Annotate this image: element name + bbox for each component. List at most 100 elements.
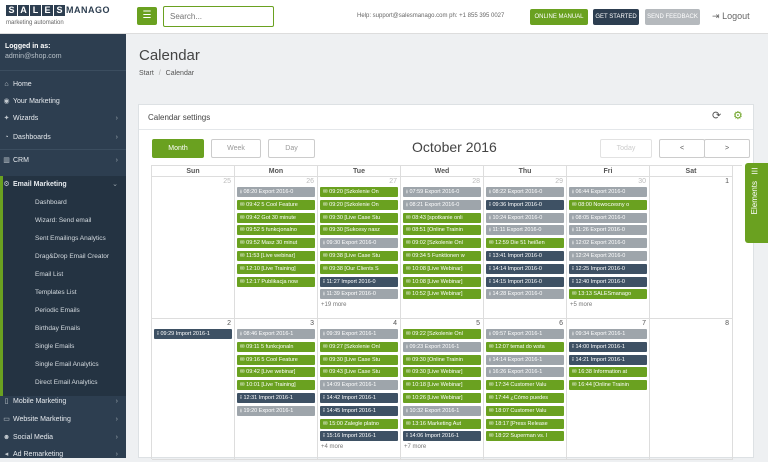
day-cell[interactable]: 2 ⭱ 09:29 Import 2016-1 [152, 319, 235, 460]
view-day-button[interactable]: Day [268, 139, 315, 158]
calendar-event[interactable]: ⭳ 08:05 Export 2016-0 [569, 212, 647, 223]
calendar-event[interactable]: ⭱ 12:40 Import 2016-0 [569, 276, 647, 287]
day-cell[interactable]: 4 ⭳ 09:39 Export 2016-1 ✉ 09:27 [Szkolenie… [318, 319, 401, 460]
calendar-event[interactable]: ⭱ 14:06 Import 2016-1 [403, 431, 481, 442]
calendar-event[interactable]: ⭱ 14:42 Import 2016-1 [320, 393, 398, 403]
calendar-event[interactable]: ⭳ 14:09 Export 2016-1 [320, 380, 398, 391]
calendar-event[interactable]: ✉ 09:30 [Live Case Stu [320, 212, 398, 223]
salesmanago-logo[interactable]: S A L E S MANAGO marketing automation [6, 5, 126, 31]
sidebar-item-your-marketing[interactable]: ◉ Your Marketing [0, 95, 126, 109]
calendar-event[interactable]: ✉ 09:20 [Szkolenie On [320, 199, 398, 210]
calendar-event[interactable]: ⭱ 15:16 Import 2016-1 [320, 431, 398, 442]
day-cell[interactable]: 30 ⭳ 06:44 Export 2016-0 ✉ 08:00 Nowoczesn… [567, 177, 650, 319]
sidebar-item-website-marketing[interactable]: ▭ Website Marketing › [0, 413, 126, 427]
calendar-event[interactable]: ✉ 09:20 [Szkolenie On [320, 187, 398, 197]
calendar-event[interactable]: ✉ 09:38 [Live Case Stu [320, 251, 398, 261]
settings-gear-icon[interactable]: ⚙ [733, 109, 743, 122]
sidebar-item-email-marketing[interactable]: ⚙ Email Marketing ⌄ [0, 178, 126, 192]
calendar-event[interactable]: ⭳ 09:30 Export 2016-0 [320, 238, 398, 249]
day-cell[interactable]: 6 ⭳ 09:57 Export 2016-1 ✉ 12:07 temat do w… [484, 319, 567, 460]
elements-side-tab[interactable]: ☰ Elements [745, 163, 768, 243]
calendar-event[interactable]: ✉ 09:38 [Our Clients S [320, 263, 398, 274]
calendar-event[interactable]: ✉ 17:44 ¿Cómo puedes [486, 393, 564, 403]
sidebar-sub-email-list[interactable]: Email List [35, 271, 63, 278]
calendar-event[interactable]: ✉ 12:07 temat do wsta [486, 341, 564, 352]
calendar-event[interactable]: ✉ 10:52 [Live Webinar] [403, 289, 481, 300]
calendar-event[interactable]: ⭱ 14:21 Import 2016-1 [569, 354, 647, 365]
sidebar-item-wizards[interactable]: ✦ Wizards › [0, 112, 126, 126]
send-feedback-button[interactable]: SEND FEEDBACK [645, 9, 700, 25]
day-cell[interactable]: 27 ✉ 09:20 [Szkolenie On ✉ 09:20 [Szkoleni… [318, 177, 401, 319]
calendar-event[interactable]: ⭳ 19:20 Export 2016-1 [237, 405, 315, 416]
sidebar-sub-direct-email-analytics[interactable]: Direct Email Analytics [35, 379, 98, 386]
sidebar-sub-single-email-analytics[interactable]: Single Email Analytics [35, 361, 99, 368]
calendar-event[interactable]: ✉ 18:22 Superman vs. l [486, 431, 564, 442]
breadcrumb-start[interactable]: Start [139, 70, 154, 77]
calendar-event[interactable]: ⭳ 11:26 Export 2016-0 [569, 225, 647, 236]
sidebar-item-dashboards[interactable]: ◔ Dashboards › [0, 131, 126, 145]
view-week-button[interactable]: Week [211, 139, 261, 158]
calendar-event[interactable]: ✉ 18:07 Customer Valu [486, 405, 564, 416]
calendar-event[interactable]: ✉ 10:01 [Live Training] [237, 380, 315, 391]
calendar-event[interactable]: ⭳ 10:24 Export 2016-0 [486, 212, 564, 223]
sidebar-item-crm[interactable]: ▥ CRM › [0, 154, 126, 168]
sidebar-sub-dashboard[interactable]: Dashboard [35, 199, 67, 206]
calendar-event[interactable]: ✉ 10:08 [Live Webinar] [403, 276, 481, 287]
calendar-event[interactable]: ✉ 09:02 [Szkolenie Onl [403, 238, 481, 249]
sidebar-sub-birthday-emails[interactable]: Birthday Emails [35, 325, 80, 332]
day-cell[interactable]: 29 ⭳ 08:22 Export 2016-0 ⭱ 09:36 Import 20… [484, 177, 567, 319]
calendar-event[interactable]: ✉ 12:17 Publikacja now [237, 276, 315, 287]
more-events-link[interactable]: +19 more [321, 302, 347, 308]
prev-month-button[interactable]: < [659, 139, 705, 158]
calendar-event[interactable]: ⭳ 12:24 Export 2016-0 [569, 251, 647, 261]
calendar-event[interactable]: ⭳ 14:28 Export 2016-0 [486, 289, 564, 300]
sidebar-item-social-media[interactable]: ☻ Social Media › [0, 431, 126, 445]
calendar-event[interactable]: ⭱ 12:25 Import 2016-0 [569, 263, 647, 274]
view-month-button[interactable]: Month [152, 139, 204, 158]
sidebar-sub-single-emails[interactable]: Single Emails [35, 343, 74, 350]
calendar-event[interactable]: ⭳ 11:39 Export 2016-0 [320, 289, 398, 300]
calendar-event[interactable]: ✉ 13:16 Marketing Aut [403, 418, 481, 429]
sidebar-sub-periodic-emails[interactable]: Periodic Emails [35, 307, 80, 314]
calendar-event[interactable]: ✉ 09:30 [Live Case Stu [320, 354, 398, 365]
calendar-event[interactable]: ✉ 09:16 5 Cool Feature [237, 354, 315, 365]
calendar-event[interactable]: ⭳ 09:39 Export 2016-1 [320, 329, 398, 339]
calendar-event[interactable]: ⭳ 06:44 Export 2016-0 [569, 187, 647, 197]
calendar-event[interactable]: ⭳ 08:21 Export 2016-0 [403, 199, 481, 210]
calendar-event[interactable]: ✉ 09:42 [Live webinar] [237, 367, 315, 378]
calendar-event[interactable]: ✉ 10:08 [Live Webinar] [403, 263, 481, 274]
calendar-event[interactable]: ✉ 11:53 [Live webinar] [237, 251, 315, 261]
calendar-event[interactable]: ⭳ 08:22 Export 2016-0 [486, 187, 564, 197]
day-cell[interactable]: 5 ✉ 09:22 [Szkolenie Onl ⭳ 09:23 Export 20… [401, 319, 484, 460]
calendar-event[interactable]: ⭱ 14:00 Import 2016-1 [569, 341, 647, 352]
day-cell[interactable]: 1 [650, 177, 733, 319]
calendar-event[interactable]: ⭳ 08:20 Export 2016-0 [237, 187, 315, 197]
calendar-event[interactable]: ✉ 09:27 [Szkolenie Onl [320, 341, 398, 352]
day-cell[interactable]: 7 ⭳ 09:34 Export 2016-1 ⭱ 14:00 Import 201… [567, 319, 650, 460]
calendar-event[interactable]: ⭱ 14:14 Import 2016-0 [486, 263, 564, 274]
refresh-icon[interactable]: ⟳ [712, 109, 721, 122]
calendar-event[interactable]: ⭳ 09:34 Export 2016-1 [569, 329, 647, 339]
calendar-event[interactable]: ⭳ 11:11 Export 2016-0 [486, 225, 564, 236]
sidebar-sub-templates-list[interactable]: Templates List [35, 289, 77, 296]
calendar-event[interactable]: ✉ 09:52 5 funkcjonalno [237, 225, 315, 236]
calendar-event[interactable]: ✉ 12:10 [Live Training] [237, 263, 315, 274]
calendar-event[interactable]: ✉ 08:51 [Online Trainin [403, 225, 481, 236]
calendar-event[interactable]: ✉ 08:00 Nowoczesny o [569, 199, 647, 210]
sidebar-item-home[interactable]: ⌂ Home [0, 78, 126, 92]
calendar-event[interactable]: ✉ 09:42 5 Cool Feature [237, 199, 315, 210]
day-cell[interactable]: 28 ⭳ 07:59 Export 2016-0 ⭳ 08:21 Export 20… [401, 177, 484, 319]
sidebar-sub-wizard-send-email[interactable]: Wizard: Send email [35, 217, 91, 224]
online-manual-button[interactable]: ONLINE MANUAL [530, 9, 588, 25]
day-cell[interactable]: 3 ⭳ 08:46 Export 2016-1 ✉ 09:11 5 funkcjon… [235, 319, 318, 460]
calendar-event[interactable]: ⭳ 14:14 Export 2016-1 [486, 354, 564, 365]
calendar-event[interactable]: ✉ 09:34 5 Funktionen w [403, 251, 481, 261]
calendar-event[interactable]: ⭳ 10:32 Export 2016-1 [403, 405, 481, 416]
calendar-event[interactable]: ✉ 13:13 SALESmanago [569, 289, 647, 300]
calendar-event[interactable]: ✉ 16:44 [Online Trainin [569, 380, 647, 391]
menu-toggle-button[interactable]: ☰ [137, 7, 157, 25]
sidebar-sub-dragdrop-creator[interactable]: Drag&Drop Email Creator [35, 253, 109, 260]
calendar-event[interactable]: ✉ 08:43 [spotkanie onli [403, 212, 481, 223]
calendar-event[interactable]: ⭱ 09:29 Import 2016-1 [154, 329, 232, 339]
calendar-event[interactable]: ⭳ 09:23 Export 2016-1 [403, 341, 481, 352]
